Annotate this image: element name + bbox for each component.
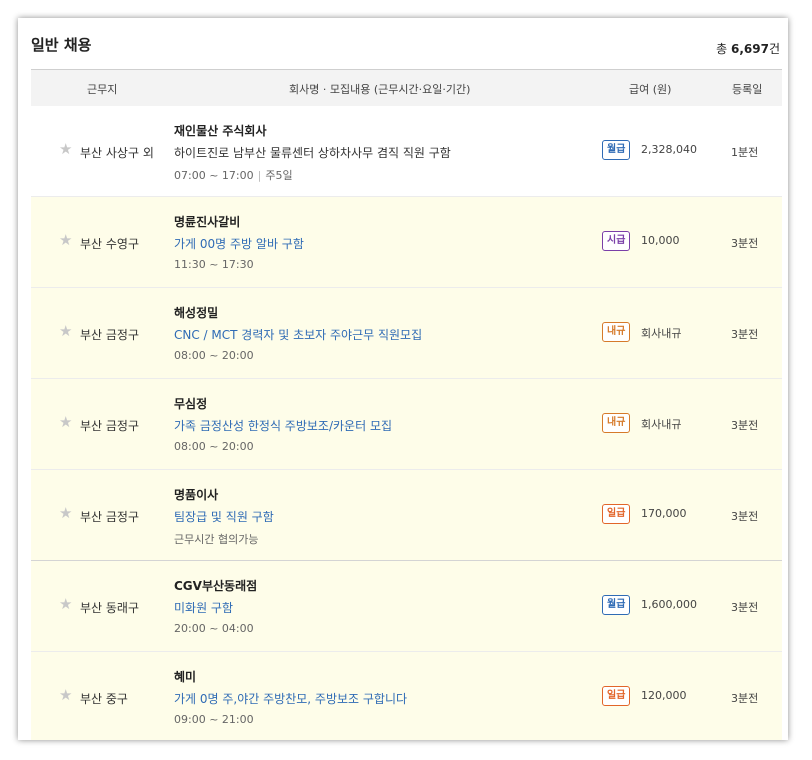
time-separator: | bbox=[257, 169, 262, 182]
row-posted: 3분전 bbox=[731, 237, 759, 250]
row-posted: 3분전 bbox=[731, 419, 759, 432]
row-location: 부산 금정구 bbox=[80, 510, 140, 524]
star-icon[interactable]: ★ bbox=[59, 233, 72, 248]
row-title[interactable]: 하이트진로 남부산 물류센터 상하차사무 겸직 직원 구함 bbox=[174, 144, 451, 161]
row-pay: 회사내규 bbox=[641, 327, 682, 340]
table-row[interactable]: ★ 부산 금정구 명품이사 팀장급 및 직원 구함 근무시간 협의가능 일급 1… bbox=[31, 470, 782, 561]
row-days: 주5일 bbox=[265, 169, 293, 182]
row-location: 부산 수영구 bbox=[80, 237, 140, 251]
pay-type-badge: 월급 bbox=[602, 595, 631, 615]
header-date: 등록일 bbox=[732, 83, 763, 96]
row-pay: 1,600,000 bbox=[641, 598, 697, 611]
row-location: 부산 중구 bbox=[80, 692, 128, 706]
row-company[interactable]: 해성정밀 bbox=[174, 304, 218, 321]
pay-type-badge: 월급 bbox=[602, 140, 631, 160]
total-count: 총 6,697건 bbox=[716, 40, 780, 57]
row-time: 20:00 ~ 04:00 bbox=[174, 622, 254, 635]
table-row[interactable]: ★ 부산 사상구 외 재인물산 주식회사 하이트진로 남부산 물류센터 상하차사… bbox=[31, 106, 782, 197]
row-company[interactable]: 무심정 bbox=[174, 395, 207, 412]
pay-type-badge: 일급 bbox=[602, 686, 631, 706]
pay-type-badge: 내규 bbox=[602, 322, 631, 342]
row-posted: 1분전 bbox=[731, 146, 759, 159]
pay-type-badge: 내규 bbox=[602, 413, 631, 433]
total-prefix: 총 bbox=[716, 42, 731, 56]
job-rows: ★ 부산 사상구 외 재인물산 주식회사 하이트진로 남부산 물류센터 상하차사… bbox=[31, 106, 782, 740]
job-list-panel: 일반 채용 총 6,697건 근무지 회사명 · 모집내용 (근무시간·요일·기… bbox=[18, 18, 788, 740]
row-company[interactable]: 명륜진사갈비 bbox=[174, 213, 240, 230]
pay-type-badge: 일급 bbox=[602, 504, 631, 524]
row-title[interactable]: 팀장급 및 직원 구함 bbox=[174, 508, 274, 525]
star-icon[interactable]: ★ bbox=[59, 324, 72, 339]
table-row[interactable]: ★ 부산 동래구 CGV부산동래점 미화원 구함 20:00 ~ 04:00 월… bbox=[31, 561, 782, 652]
row-time: 08:00 ~ 20:00 bbox=[174, 440, 254, 453]
header-location: 근무지 bbox=[87, 83, 118, 96]
row-location: 부산 동래구 bbox=[80, 601, 140, 615]
row-title[interactable]: 가게 00명 주방 알바 구함 bbox=[174, 235, 304, 252]
table-row[interactable]: ★ 부산 금정구 무심정 가족 금정산성 한정식 주방보조/카운터 모집 08:… bbox=[31, 379, 782, 470]
star-icon[interactable]: ★ bbox=[59, 688, 72, 703]
section-title: 일반 채용 bbox=[31, 36, 92, 54]
row-company[interactable]: 명품이사 bbox=[174, 486, 218, 503]
row-title[interactable]: 가족 금정산성 한정식 주방보조/카운터 모집 bbox=[174, 417, 392, 434]
row-time-range: 07:00 ~ 17:00 bbox=[174, 169, 254, 182]
row-time: 09:00 ~ 21:00 bbox=[174, 713, 254, 726]
row-company[interactable]: CGV부산동래점 bbox=[174, 577, 257, 594]
total-number: 6,697 bbox=[730, 42, 769, 56]
pay-type-badge: 시급 bbox=[602, 231, 631, 251]
row-time: 08:00 ~ 20:00 bbox=[174, 349, 254, 362]
table-header: 근무지 회사명 · 모집내용 (근무시간·요일·기간) 급여 (원) 등록일 bbox=[31, 69, 782, 106]
row-title[interactable]: 미화원 구함 bbox=[174, 599, 233, 616]
row-pay: 120,000 bbox=[641, 689, 687, 702]
row-posted: 3분전 bbox=[731, 328, 759, 341]
row-time: 근무시간 협의가능 bbox=[174, 533, 259, 546]
table-row[interactable]: ★ 부산 수영구 명륜진사갈비 가게 00명 주방 알바 구함 11:30 ~ … bbox=[31, 197, 782, 288]
star-icon[interactable]: ★ bbox=[59, 597, 72, 612]
star-icon[interactable]: ★ bbox=[59, 142, 72, 157]
row-posted: 3분전 bbox=[731, 601, 759, 614]
row-location: 부산 사상구 외 bbox=[80, 146, 154, 160]
row-time: 07:00 ~ 17:00 | 주5일 bbox=[174, 167, 293, 183]
table-row[interactable]: ★ 부산 중구 혜미 가게 0명 주,야간 주방찬모, 주방보조 구합니다 09… bbox=[31, 652, 782, 740]
row-company[interactable]: 혜미 bbox=[174, 668, 196, 685]
row-location: 부산 금정구 bbox=[80, 328, 140, 342]
star-icon[interactable]: ★ bbox=[59, 506, 72, 521]
header-company: 회사명 · 모집내용 (근무시간·요일·기간) bbox=[289, 83, 471, 96]
total-suffix: 건 bbox=[768, 42, 780, 56]
row-pay: 170,000 bbox=[641, 507, 687, 520]
row-posted: 3분전 bbox=[731, 692, 759, 705]
row-posted: 3분전 bbox=[731, 510, 759, 523]
row-company[interactable]: 재인물산 주식회사 bbox=[174, 122, 267, 139]
row-title[interactable]: CNC / MCT 경력자 및 초보자 주야근무 직원모집 bbox=[174, 326, 422, 343]
star-icon[interactable]: ★ bbox=[59, 415, 72, 430]
row-pay: 2,328,040 bbox=[641, 143, 697, 156]
row-location: 부산 금정구 bbox=[80, 419, 140, 433]
row-pay: 회사내규 bbox=[641, 418, 682, 431]
row-pay: 10,000 bbox=[641, 234, 680, 247]
header-pay: 급여 (원) bbox=[629, 83, 672, 96]
row-title[interactable]: 가게 0명 주,야간 주방찬모, 주방보조 구합니다 bbox=[174, 690, 407, 707]
table-row[interactable]: ★ 부산 금정구 해성정밀 CNC / MCT 경력자 및 초보자 주야근무 직… bbox=[31, 288, 782, 379]
row-time: 11:30 ~ 17:30 bbox=[174, 258, 254, 271]
